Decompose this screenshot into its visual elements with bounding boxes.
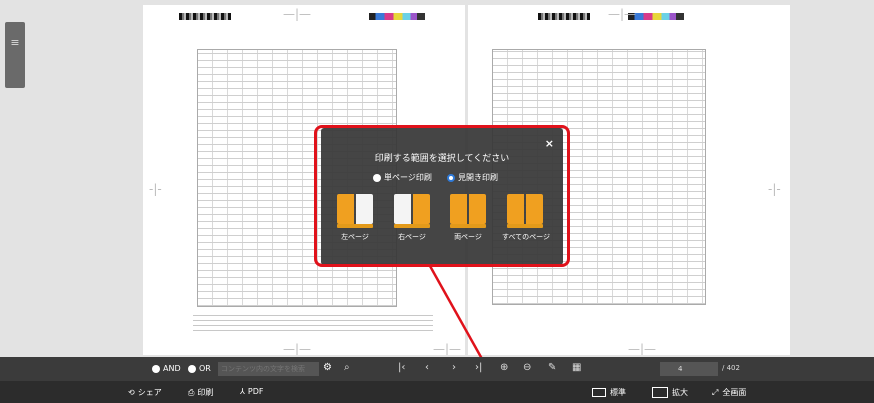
zoom-view-icon — [652, 387, 668, 398]
mode-fullscreen-button[interactable]: ⤢ 全画面 — [712, 385, 746, 400]
radio-dot — [188, 364, 196, 373]
fullscreen-icon: ⤢ — [712, 387, 719, 397]
share-label: シェア — [137, 388, 162, 397]
viewer-stage: ≡ —|— -|- —|— —|— —|— -|- —|— 印刷する範囲を選択し… — [0, 0, 874, 403]
next-page-icon[interactable]: › — [452, 362, 456, 373]
thumbnails-icon[interactable]: ▦ — [572, 362, 581, 373]
and-label: AND — [163, 364, 181, 373]
mode-normal-label: 標準 — [610, 388, 626, 397]
pdf-icon: ⅄ — [240, 387, 245, 396]
page-number-input[interactable] — [660, 362, 718, 376]
printer-icon: ⎙ — [188, 387, 195, 397]
mode-normal-button[interactable]: 標準 — [592, 385, 626, 400]
pen-icon[interactable]: ✎ — [548, 362, 556, 373]
or-label: OR — [199, 364, 211, 373]
annotation-arrow — [428, 265, 507, 401]
search-input[interactable] — [218, 362, 319, 376]
pdf-label: PDF — [247, 387, 264, 396]
or-radio[interactable]: OR — [188, 364, 211, 373]
mode-zoom-button[interactable]: 拡大 — [652, 385, 688, 400]
first-page-icon[interactable]: |‹ — [398, 362, 405, 373]
normal-view-icon — [592, 388, 606, 397]
bottom-toolbar: ⟲ シェア ⎙ 印刷 ⅄ PDF 標準 拡大 ⤢ 全画面 — [0, 381, 874, 403]
search-toolbar: AND OR ⚙ ⌕ |‹ ‹ › ›| ⊕ ⊖ ✎ ▦ / 402 — [0, 357, 874, 381]
pdf-button[interactable]: ⅄ PDF — [240, 387, 263, 396]
print-label: 印刷 — [197, 388, 214, 397]
prev-page-icon[interactable]: ‹ — [425, 362, 429, 373]
page-total: / 402 — [722, 364, 740, 372]
and-radio[interactable]: AND — [152, 364, 181, 373]
gear-icon[interactable]: ⚙ — [323, 362, 332, 373]
print-button[interactable]: ⎙ 印刷 — [188, 387, 213, 398]
share-button[interactable]: ⟲ シェア — [128, 387, 162, 398]
radio-dot — [152, 364, 160, 373]
zoom-in-icon[interactable]: ⊕ — [500, 362, 508, 373]
zoom-out-icon[interactable]: ⊖ — [523, 362, 531, 373]
magnifier-icon[interactable]: ⌕ — [344, 362, 350, 373]
mode-zoom-label: 拡大 — [672, 388, 688, 397]
mode-fullscreen-label: 全画面 — [722, 388, 747, 397]
share-icon: ⟲ — [128, 388, 135, 397]
last-page-icon[interactable]: ›| — [475, 362, 482, 373]
